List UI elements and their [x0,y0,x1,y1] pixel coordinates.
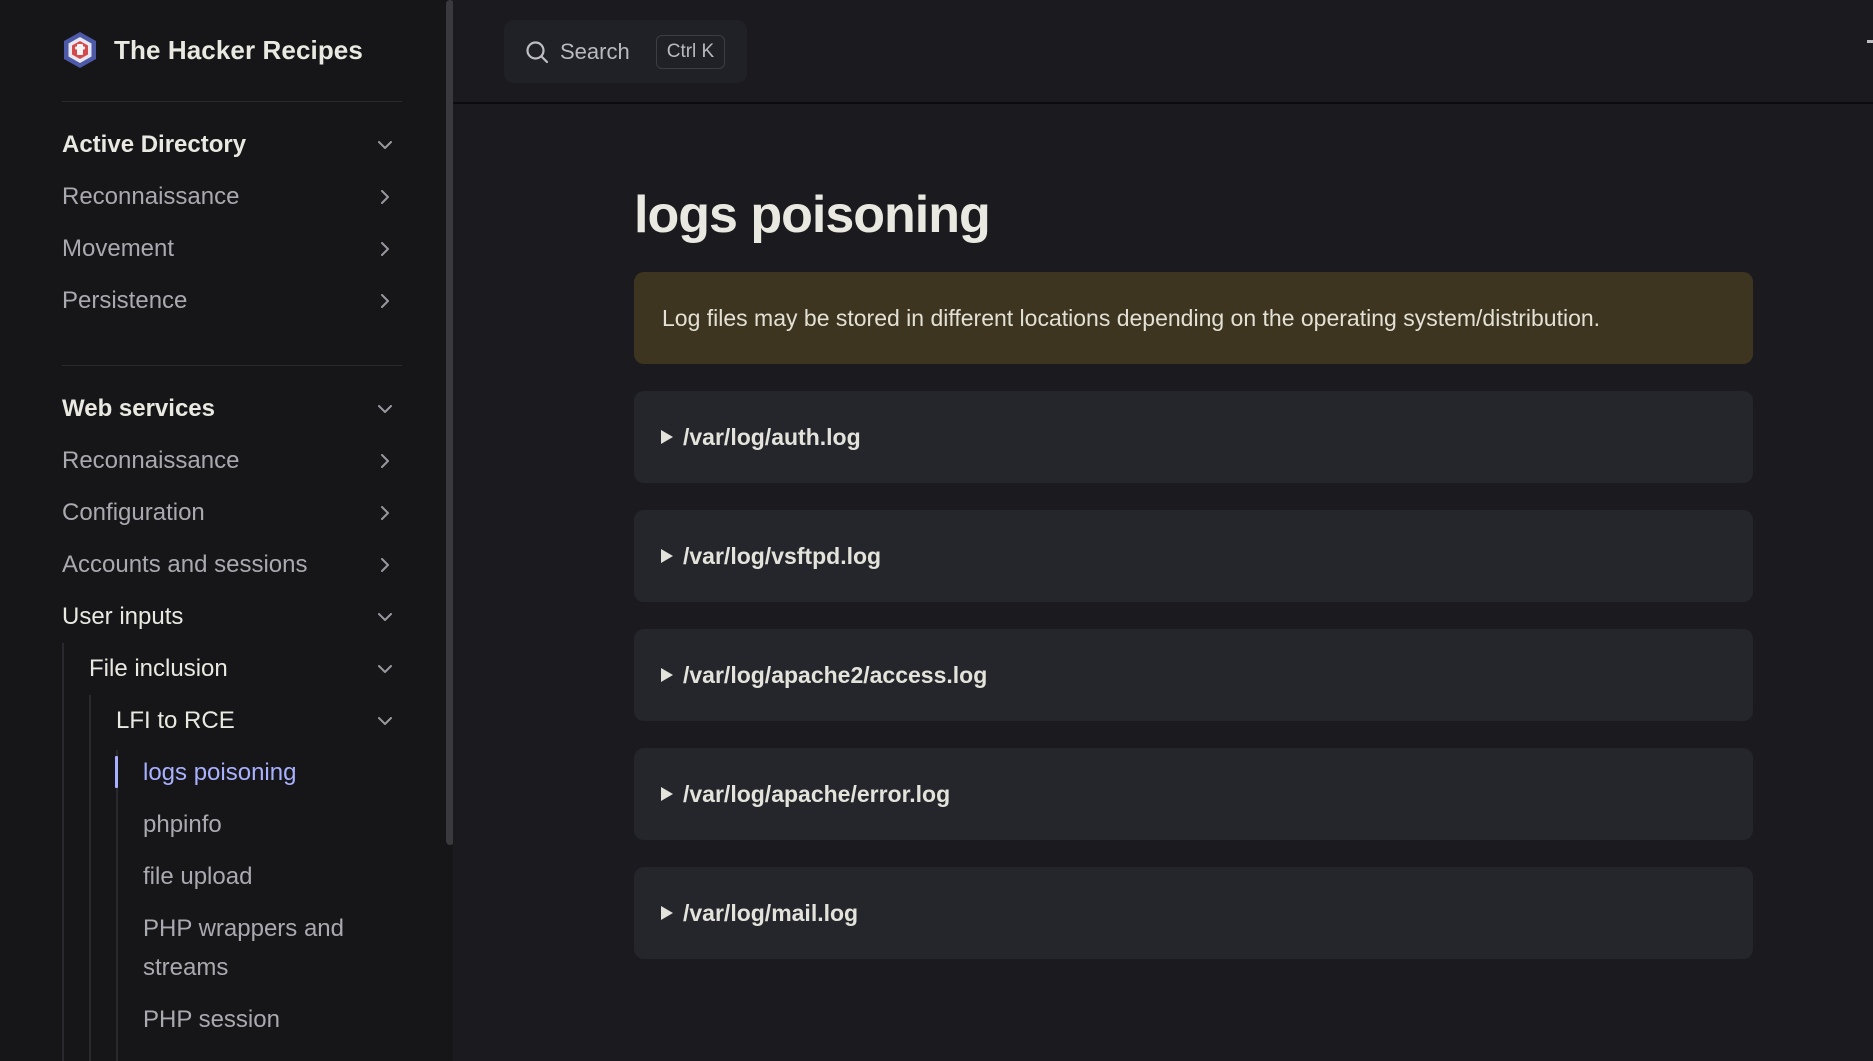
sidebar-item-web-reconnaissance[interactable]: Reconnaissance [62,435,402,487]
page-title: logs poisoning [634,186,991,244]
details-summary: /var/log/mail.log [683,899,859,926]
chevron-right-icon [381,190,389,204]
chevron-right-icon [381,454,389,468]
sidebar-leaf-php-session[interactable]: PHP session [143,1000,403,1039]
search-label: Search [560,38,630,64]
chevron-right-icon [381,294,389,308]
details-summary: /var/log/apache2/access.log [683,661,988,688]
tree-indent-line [89,695,91,1061]
sidebar-item-label: User inputs [62,603,184,630]
sidebar-item-ad-persistence[interactable]: Persistence [62,275,402,327]
sidebar-item-ad-reconnaissance[interactable]: Reconnaissance [62,171,402,223]
sidebar-divider [62,101,402,102]
sidebar-divider [62,365,402,366]
details-apache-error-log[interactable]: /var/log/apache/error.log [634,748,1753,840]
details-mail-log[interactable]: /var/log/mail.log [634,867,1753,959]
search-button[interactable]: Search Ctrl K [504,20,747,83]
chevron-down-icon [378,613,392,621]
chevron-down-icon [378,717,392,725]
hacker-recipes-logo-icon [64,32,96,68]
sidebar-item-label: Reconnaissance [62,183,240,210]
sidebar-item-ad-movement[interactable]: Movement [62,223,402,275]
chevron-right-icon [381,506,389,520]
sidebar-item-file-inclusion[interactable]: File inclusion [89,643,402,695]
search-icon [526,40,549,63]
details-auth-log[interactable]: /var/log/auth.log [634,391,1753,483]
sidebar-item-user-inputs[interactable]: User inputs [62,591,402,643]
callout-text: Log files may be stored in different loc… [662,304,1601,331]
triangle-right-icon [661,549,673,563]
triangle-right-icon [661,906,673,920]
tree-indent-line [62,643,64,1061]
sidebar-item-accounts-and-sessions[interactable]: Accounts and sessions [62,539,402,591]
sidebar-item-label: Accounts and sessions [62,551,308,578]
details-summary: /var/log/vsftpd.log [683,542,882,569]
details-summary: /var/log/auth.log [683,423,861,450]
chevron-right-icon [381,242,389,256]
brand-title: The Hacker Recipes [114,34,363,65]
sidebar-leaf-label-line: PHP wrappers and [143,915,344,942]
triangle-right-icon [661,668,673,682]
details-apache2-access-log[interactable]: /var/log/apache2/access.log [634,629,1753,721]
chevron-down-icon [378,665,392,673]
details-vsftpd-log[interactable]: /var/log/vsftpd.log [634,510,1753,602]
chevron-right-icon [381,558,389,572]
sidebar-section-title: Web services [62,395,215,422]
menu-edge-icon[interactable] [1867,40,1873,43]
sidebar-section-active-directory[interactable]: Active Directory [62,119,402,171]
sidebar-leaf-file-upload[interactable]: file upload [143,857,403,896]
brand-link[interactable]: The Hacker Recipes [62,30,363,70]
sidebar-item-label: Persistence [62,287,188,314]
tree-indent-line [116,750,118,1061]
sidebar-item-configuration[interactable]: Configuration [62,487,402,539]
sidebar-item-label: Movement [62,235,175,262]
sidebar-item-lfi-to-rce[interactable]: LFI to RCE [116,695,402,747]
top-bar: Search Ctrl K [453,0,1873,104]
sidebar-section-title: Active Directory [62,131,247,158]
sidebar-item-label: Reconnaissance [62,447,240,474]
sidebar-section-web-services[interactable]: Web services [62,383,402,435]
chevron-down-icon [378,141,392,149]
sidebar-leaf-phpinfo[interactable]: phpinfo [143,805,403,844]
triangle-right-icon [661,430,673,444]
active-item-indicator [115,756,118,788]
sidebar-item-label: File inclusion [89,655,228,682]
keyboard-shortcut-badge: Ctrl K [655,34,726,69]
sidebar-scrollbar[interactable] [446,0,453,845]
sidebar-leaf-php-wrappers[interactable]: PHP wrappers and streams [143,909,403,987]
chevron-down-icon [378,405,392,413]
sidebar-item-label: Configuration [62,499,205,526]
warning-callout: Log files may be stored in different loc… [634,272,1753,364]
sidebar-item-label: LFI to RCE [116,707,235,734]
sidebar: The Hacker Recipes Active Directory Reco… [0,0,453,1061]
details-summary: /var/log/apache/error.log [683,780,951,807]
triangle-right-icon [661,787,673,801]
sidebar-leaf-logs-poisoning[interactable]: logs poisoning [143,753,403,792]
sidebar-leaf-label-line: streams [143,954,229,981]
